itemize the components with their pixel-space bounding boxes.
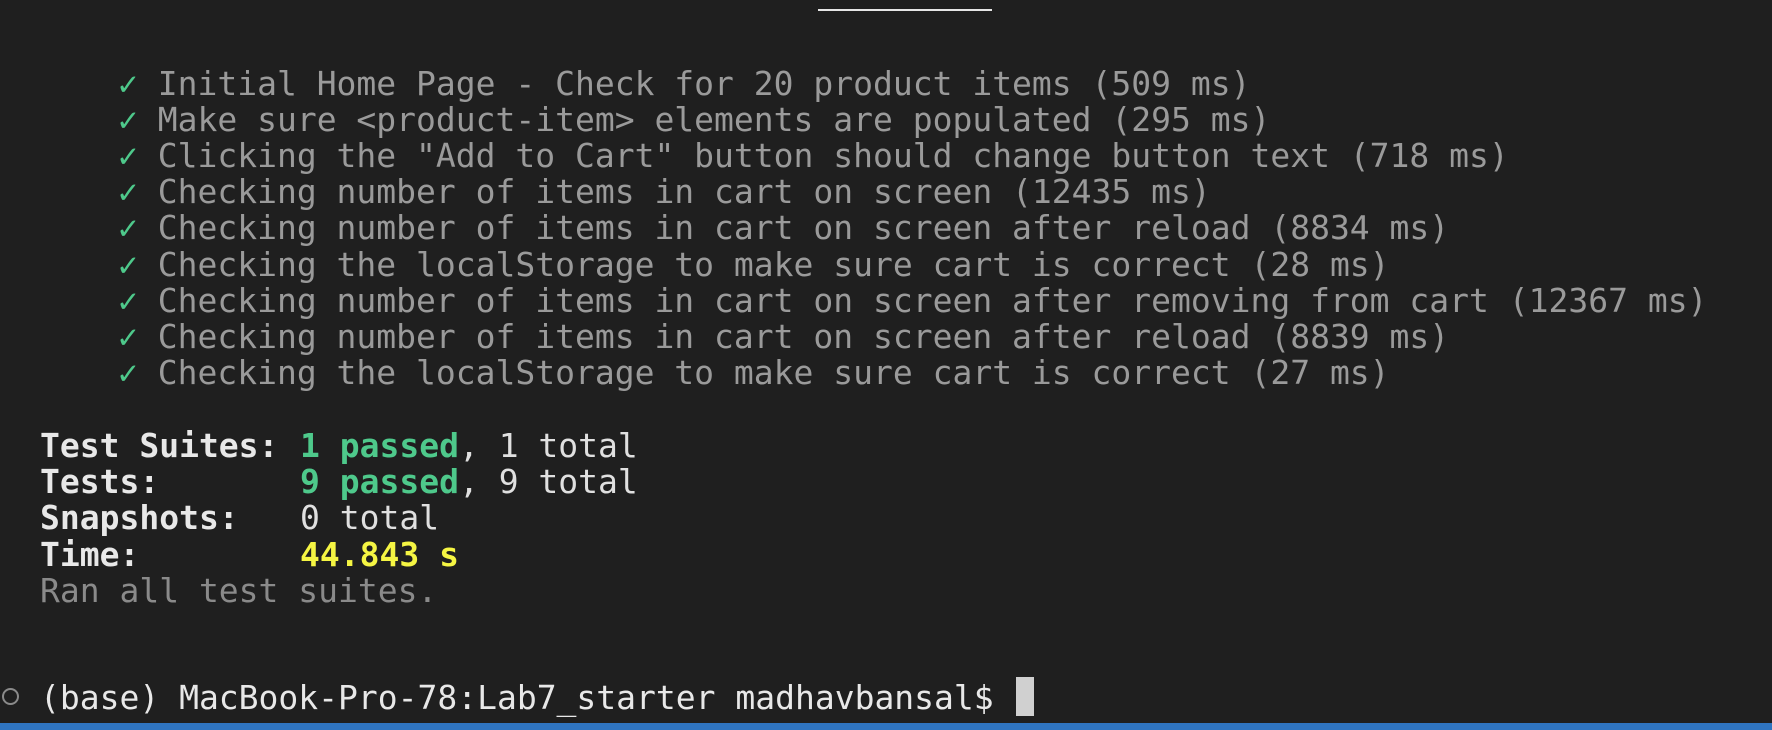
time-value: 44.843 s (300, 535, 459, 574)
total-count: , 9 total (458, 462, 638, 501)
test-result-line: ✓ Checking number of items in cart on sc… (118, 280, 1707, 321)
check-icon: ✓ (118, 281, 138, 320)
summary-tests: Tests: 9 passed, 9 total (40, 461, 638, 502)
test-result-line: ✓ Checking number of items in cart on sc… (118, 316, 1449, 357)
test-result-text: Checking number of items in cart on scre… (157, 208, 1450, 247)
check-icon: ✓ (118, 172, 138, 211)
test-result-line: ✓ Checking number of items in cart on sc… (118, 171, 1211, 212)
check-icon: ✓ (118, 136, 138, 175)
ran-all-text: Ran all test suites. (40, 571, 438, 610)
check-icon: ✓ (118, 353, 138, 392)
test-result-line: ✓ Make sure <product-item> elements are … (118, 99, 1270, 140)
check-icon: ✓ (118, 245, 138, 284)
snapshots-value: 0 total (300, 498, 440, 537)
summary-snapshots: Snapshots: 0 total (40, 497, 439, 538)
summary-time: Time: 44.843 s (40, 534, 459, 575)
total-count: , 1 total (458, 426, 638, 465)
text-cursor (1015, 677, 1034, 716)
test-result-line: ✓ Clicking the "Add to Cart" button shou… (118, 135, 1509, 176)
test-result-line: ✓ Checking the localStorage to make sure… (118, 352, 1390, 393)
prompt-text: (base) MacBook-Pro-78:Lab7_starter madha… (40, 678, 1014, 717)
summary-label: Snapshots: (40, 498, 239, 537)
summary-label: Test Suites: (40, 426, 279, 465)
passed-count: 1 passed (300, 426, 459, 465)
active-tab-indicator (818, 9, 992, 11)
summary-test-suites: Test Suites: 1 passed, 1 total (40, 425, 638, 466)
summary-label: Time: (40, 535, 140, 574)
test-result-line: ✓ Checking number of items in cart on sc… (118, 207, 1449, 248)
test-result-text: Checking number of items in cart on scre… (157, 281, 1708, 320)
test-result-line: ✓ Initial Home Page - Check for 20 produ… (118, 63, 1250, 104)
test-result-text: Checking number of items in cart on scre… (157, 317, 1450, 356)
terminal-panel[interactable]: ✓ Initial Home Page - Check for 20 produ… (0, 0, 1772, 730)
shell-prompt[interactable]: (base) MacBook-Pro-78:Lab7_starter madha… (40, 677, 1034, 718)
summary-label: Tests: (40, 462, 160, 501)
command-decoration-icon[interactable] (2, 688, 19, 705)
test-result-line: ✓ Checking the localStorage to make sure… (118, 244, 1390, 285)
test-result-text: Checking the localStorage to make sure c… (157, 353, 1390, 392)
test-result-text: Clicking the "Add to Cart" button should… (157, 136, 1509, 175)
test-result-text: Make sure <product-item> elements are po… (157, 100, 1271, 139)
passed-count: 9 passed (300, 462, 459, 501)
check-icon: ✓ (118, 208, 138, 247)
test-result-text: Checking number of items in cart on scre… (157, 172, 1211, 211)
check-icon: ✓ (118, 64, 138, 103)
check-icon: ✓ (118, 100, 138, 139)
test-result-text: Checking the localStorage to make sure c… (157, 245, 1390, 284)
check-icon: ✓ (118, 317, 138, 356)
test-result-text: Initial Home Page - Check for 20 product… (157, 64, 1251, 103)
status-bar (0, 723, 1772, 730)
